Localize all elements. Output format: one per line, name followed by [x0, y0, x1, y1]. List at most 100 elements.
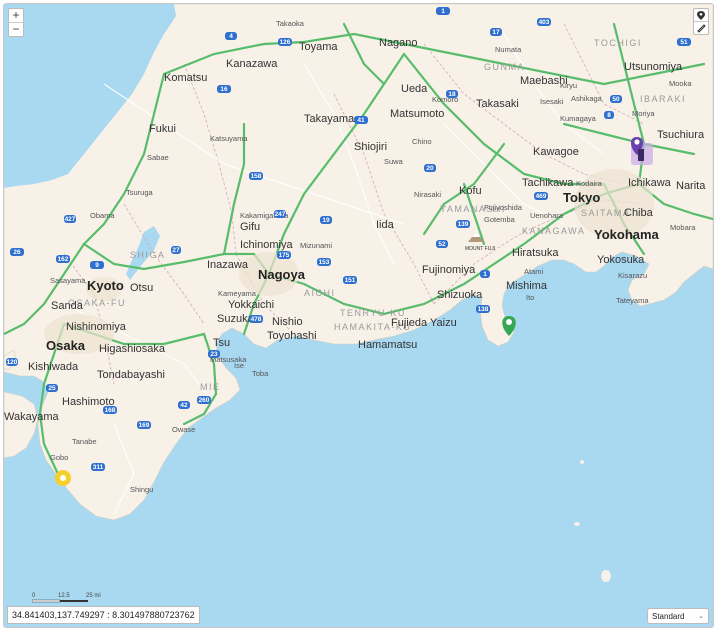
svg-text:Tachikawa: Tachikawa — [522, 177, 574, 189]
zoom-out-button[interactable]: − — [9, 22, 23, 36]
svg-text:27: 27 — [172, 247, 180, 254]
svg-text:SHIGA: SHIGA — [130, 250, 166, 260]
svg-text:478: 478 — [251, 316, 262, 323]
svg-text:Kameyama: Kameyama — [218, 289, 257, 298]
ruler-icon — [696, 23, 706, 33]
svg-text:Ito: Ito — [526, 293, 534, 302]
svg-text:Takaoka: Takaoka — [276, 19, 305, 28]
svg-text:Atami: Atami — [524, 267, 544, 276]
svg-text:AICHI: AICHI — [304, 288, 336, 298]
svg-text:Mishima: Mishima — [506, 280, 548, 292]
svg-text:427: 427 — [65, 216, 76, 223]
location-pin-icon — [697, 10, 705, 20]
map-tools — [693, 8, 709, 35]
svg-text:Suwa: Suwa — [384, 157, 404, 166]
svg-text:Kanazawa: Kanazawa — [226, 58, 278, 70]
svg-text:Yokosuka: Yokosuka — [597, 254, 645, 266]
svg-text:Shiojiri: Shiojiri — [354, 141, 387, 153]
svg-text:KANAGAWA: KANAGAWA — [522, 226, 585, 236]
scale-bar: 0 12.5 25 mi — [31, 591, 122, 605]
svg-text:19: 19 — [322, 217, 330, 224]
svg-text:1: 1 — [441, 8, 445, 15]
svg-text:Wakayama: Wakayama — [4, 411, 59, 423]
svg-text:Matsumoto: Matsumoto — [390, 108, 444, 120]
svg-text:Ichikawa: Ichikawa — [628, 177, 672, 189]
svg-text:Nishio: Nishio — [272, 316, 303, 328]
svg-text:Higashiosaka: Higashiosaka — [99, 343, 166, 355]
svg-text:25: 25 — [48, 385, 56, 392]
zoom-control: + − — [8, 8, 24, 37]
svg-text:169: 169 — [139, 422, 150, 429]
svg-text:Otsu: Otsu — [130, 282, 153, 294]
svg-text:Mooka: Mooka — [669, 79, 692, 88]
svg-text:120: 120 — [7, 359, 18, 366]
svg-text:Tanabe: Tanabe — [72, 437, 97, 446]
svg-text:Mizunami: Mizunami — [300, 241, 332, 250]
svg-text:Ueda: Ueda — [401, 83, 428, 95]
svg-text:Kyoto: Kyoto — [87, 278, 124, 293]
svg-text:Kisarazu: Kisarazu — [618, 271, 647, 280]
zoom-in-button[interactable]: + — [9, 9, 23, 22]
island-oshima — [601, 570, 611, 582]
svg-text:26: 26 — [13, 249, 21, 256]
svg-text:17: 17 — [492, 29, 500, 36]
map-canvas[interactable]: TOCHIGI GUNMA IBARAKI YAMANASHI KANAGAWA… — [4, 4, 713, 627]
svg-text:Sasayama: Sasayama — [50, 276, 86, 285]
svg-text:50: 50 — [612, 96, 620, 103]
island-small — [580, 460, 584, 464]
svg-text:Numata: Numata — [495, 45, 522, 54]
svg-text:Narita: Narita — [676, 180, 706, 192]
svg-text:Fujiyoshida: Fujiyoshida — [484, 203, 523, 212]
svg-text:Toyohashi: Toyohashi — [267, 330, 317, 342]
svg-text:Toba: Toba — [252, 369, 269, 378]
svg-text:Inazawa: Inazawa — [207, 259, 249, 271]
svg-text:52: 52 — [438, 241, 446, 248]
svg-text:162: 162 — [58, 256, 69, 263]
svg-text:Kumagaya: Kumagaya — [560, 114, 597, 123]
svg-text:Tsu: Tsu — [213, 337, 230, 349]
svg-text:Fukui: Fukui — [149, 123, 176, 135]
svg-text:403: 403 — [539, 19, 550, 26]
svg-text:Fujieda: Fujieda — [391, 317, 428, 329]
svg-text:Utsunomiya: Utsunomiya — [624, 61, 683, 73]
svg-text:16: 16 — [220, 86, 228, 93]
svg-text:175: 175 — [279, 252, 290, 259]
svg-text:Fujinomiya: Fujinomiya — [422, 264, 476, 276]
svg-text:Kodaira: Kodaira — [576, 179, 603, 188]
svg-text:168: 168 — [105, 407, 116, 414]
svg-text:Yaizu: Yaizu — [430, 317, 457, 329]
island-toshima — [574, 522, 580, 526]
svg-text:Suzuka: Suzuka — [217, 313, 255, 325]
svg-text:Nishinomiya: Nishinomiya — [66, 321, 127, 333]
svg-text:Gobo: Gobo — [50, 453, 68, 462]
svg-text:Yokohama: Yokohama — [594, 227, 660, 242]
yellow-pin-marker[interactable] — [55, 470, 71, 486]
svg-text:MIE: MIE — [200, 382, 221, 392]
svg-text:Shingu: Shingu — [130, 485, 153, 494]
svg-text:Owase: Owase — [172, 425, 195, 434]
svg-text:158: 158 — [251, 173, 262, 180]
svg-text:Osaka: Osaka — [46, 338, 86, 353]
svg-text:41: 41 — [357, 117, 365, 124]
svg-text:126: 126 — [280, 39, 291, 46]
svg-text:GUNMA: GUNMA — [484, 62, 525, 72]
scale-tick-1: 12.5 — [58, 593, 70, 599]
svg-text:Tateyama: Tateyama — [616, 296, 649, 305]
svg-text:138: 138 — [478, 306, 489, 313]
svg-text:8: 8 — [607, 112, 611, 119]
svg-text:Nagoya: Nagoya — [258, 267, 306, 282]
svg-text:TOCHIGI: TOCHIGI — [594, 38, 642, 48]
svg-text:SAITAMA: SAITAMA — [581, 208, 630, 218]
measure-ruler-button[interactable] — [694, 21, 708, 34]
svg-text:Hiratsuka: Hiratsuka — [512, 247, 559, 259]
svg-text:Komatsu: Komatsu — [164, 72, 207, 84]
svg-text:4: 4 — [229, 33, 233, 40]
map-viewport[interactable]: TOCHIGI GUNMA IBARAKI YAMANASHI KANAGAWA… — [3, 3, 714, 628]
map-type-select[interactable]: Standard ⌄ — [647, 608, 709, 624]
svg-text:Kofu: Kofu — [459, 185, 482, 197]
coordinates-readout: 34.841403,137.749297 : 8.301497880723762 — [7, 606, 200, 624]
svg-text:Ichinomiya: Ichinomiya — [240, 239, 293, 251]
svg-text:IBARAKI: IBARAKI — [640, 94, 686, 104]
svg-text:Ise: Ise — [234, 361, 244, 370]
location-pin-button[interactable] — [694, 9, 708, 21]
